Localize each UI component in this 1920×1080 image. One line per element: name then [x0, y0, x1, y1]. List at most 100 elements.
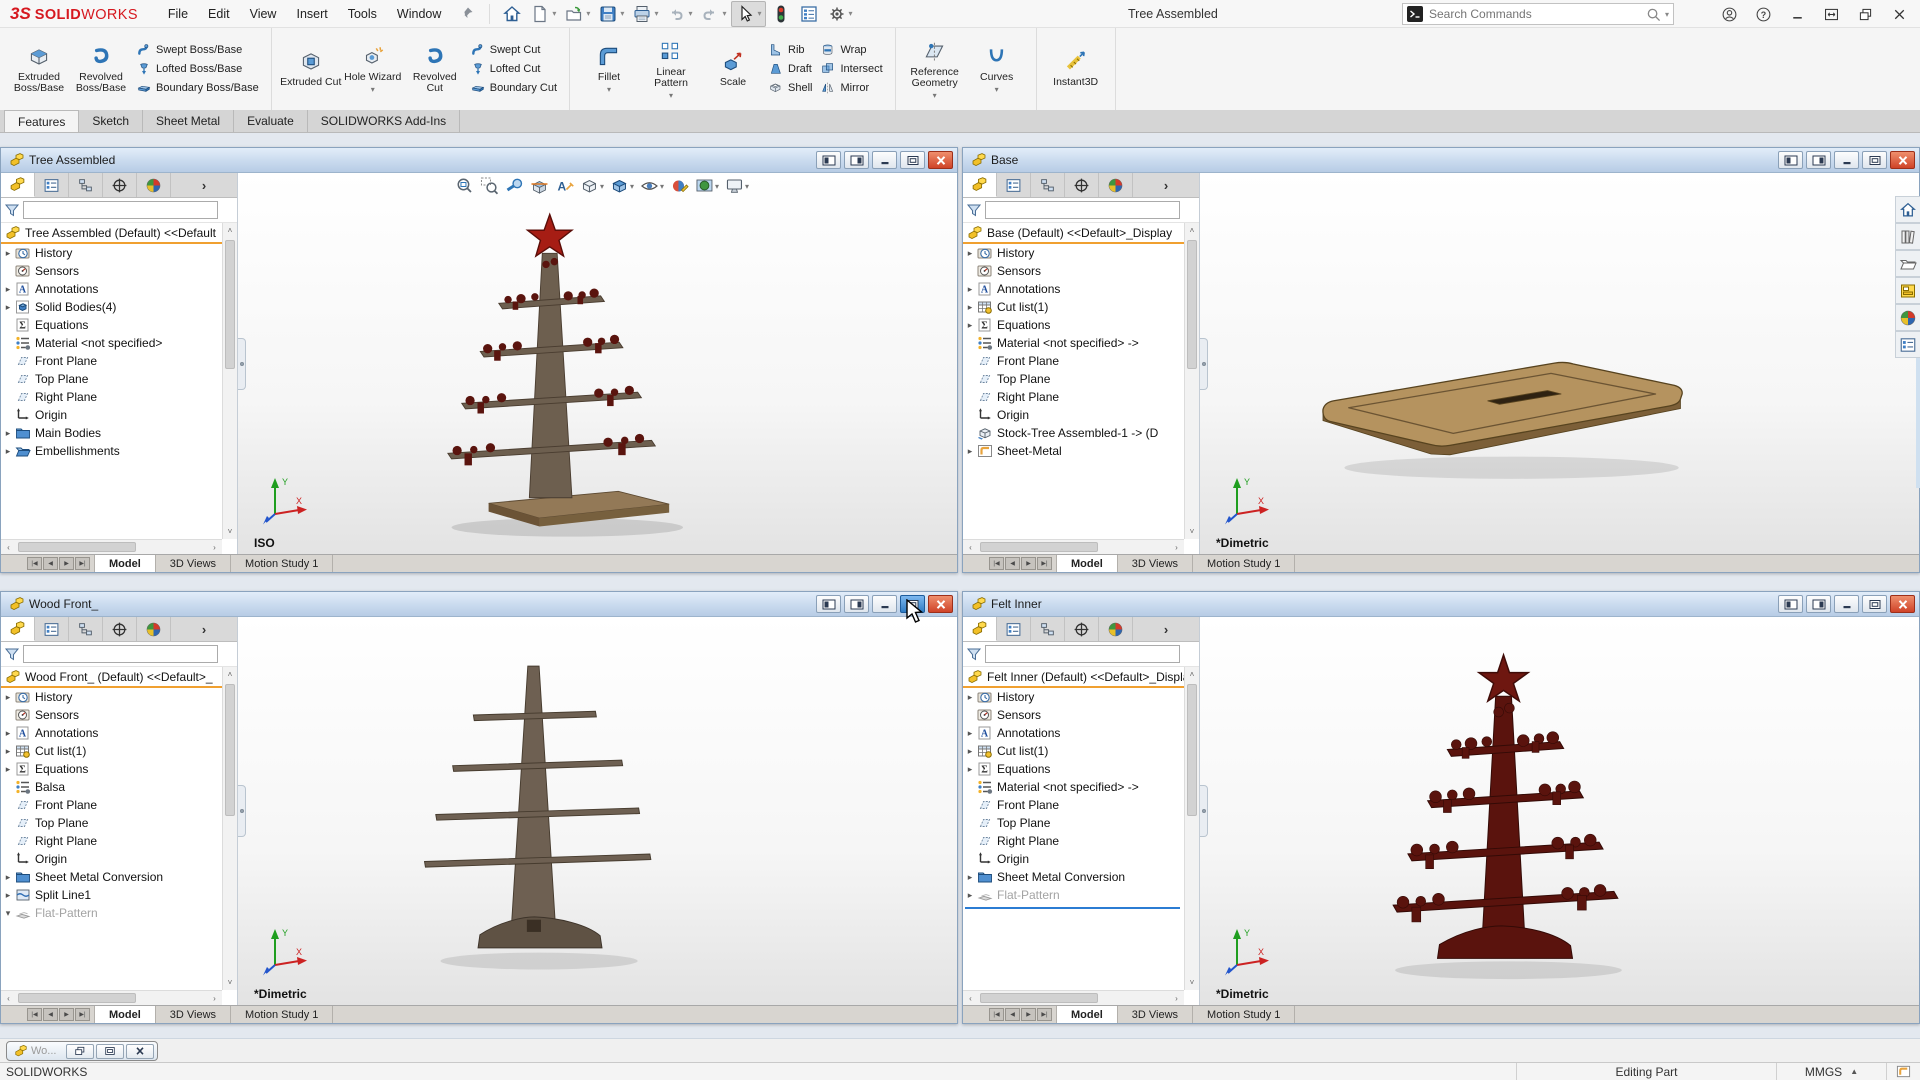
- graphics-viewport[interactable]: YX*Dimetric: [246, 617, 957, 1005]
- scroll-track[interactable]: [223, 682, 237, 975]
- tab-displaymanager[interactable]: [137, 617, 171, 641]
- scroll-track[interactable]: [978, 540, 1169, 554]
- tree-item-material-not-specified[interactable]: Material <not specified>: [1, 334, 222, 352]
- filter-input[interactable]: [985, 201, 1180, 219]
- graphics-viewport[interactable]: YX*Dimetric: [1208, 173, 1919, 554]
- tree-item-flat-pattern[interactable]: ▾Flat-Pattern: [1, 904, 222, 922]
- scroll-thumb[interactable]: [18, 993, 136, 1003]
- scroll-thumb[interactable]: [225, 684, 235, 816]
- scroll-track[interactable]: [978, 991, 1169, 1005]
- menu-window[interactable]: Window: [387, 0, 451, 27]
- section-view-button[interactable]: [528, 175, 550, 197]
- fm-vertical-scrollbar[interactable]: ˄˅: [222, 223, 237, 539]
- tree-item-main-bodies[interactable]: ▸Main Bodies: [1, 424, 222, 442]
- task-pane-tab-custom-properties[interactable]: [1895, 331, 1920, 358]
- expand-panes-button[interactable]: [1814, 1, 1848, 27]
- tab-nav-first[interactable]: |◀: [27, 1008, 42, 1021]
- split-left-button[interactable]: [1778, 151, 1803, 169]
- fillet-button[interactable]: Fillet▾: [578, 42, 640, 96]
- maximize-button[interactable]: [96, 1044, 124, 1059]
- expand-arrow[interactable]: ▸: [1, 890, 15, 901]
- scroll-right-arrow[interactable]: ›: [207, 540, 222, 554]
- minimize-button[interactable]: [1834, 151, 1859, 169]
- scroll-track[interactable]: [16, 991, 207, 1005]
- boundary-cut-button[interactable]: Boundary Cut: [470, 79, 557, 98]
- fm-horizontal-scrollbar[interactable]: ‹›: [1, 990, 222, 1005]
- revolved-cut-button[interactable]: Revolved Cut: [404, 42, 466, 97]
- scroll-thumb[interactable]: [1187, 684, 1197, 816]
- expand-arrow[interactable]: ▸: [1, 446, 15, 457]
- tab-3d-views[interactable]: 3D Views: [156, 1006, 231, 1023]
- menu-file[interactable]: File: [158, 0, 198, 27]
- tree-item-equations[interactable]: Equations: [1, 316, 222, 334]
- scroll-thumb[interactable]: [980, 542, 1098, 552]
- tab-nav-last[interactable]: ▶|: [1037, 1008, 1052, 1021]
- tab-propertymanager[interactable]: [35, 617, 69, 641]
- tab-featuremanager[interactable]: [1, 617, 35, 641]
- filter-input[interactable]: [985, 645, 1180, 663]
- home-button[interactable]: [499, 2, 525, 26]
- scroll-down-arrow[interactable]: ˅: [1185, 524, 1199, 539]
- menu-tools[interactable]: Tools: [338, 0, 387, 27]
- tree-item-origin[interactable]: Origin: [1, 406, 222, 424]
- expand-arrow[interactable]: ▾: [1, 908, 15, 919]
- expand-arrow[interactable]: ▸: [963, 248, 977, 259]
- tab-3d-views[interactable]: 3D Views: [156, 555, 231, 572]
- menu-edit[interactable]: Edit: [198, 0, 240, 27]
- tree-item-embellishments[interactable]: ▸Embellishments: [1, 442, 222, 460]
- tab-overflow-arrow[interactable]: ›: [171, 173, 237, 197]
- tree-item-front-plane[interactable]: Front Plane: [963, 796, 1184, 814]
- scroll-track[interactable]: [223, 238, 237, 524]
- tree-item-annotations[interactable]: ▸Annotations: [1, 280, 222, 298]
- search-icon[interactable]: [1646, 7, 1661, 22]
- fm-vertical-scrollbar[interactable]: ˄˅: [1184, 667, 1199, 990]
- tree-item-origin[interactable]: Origin: [1, 850, 222, 868]
- curves-button[interactable]: Curves▾: [966, 42, 1028, 96]
- undo-button[interactable]: ▾: [663, 2, 695, 26]
- instant3d-button[interactable]: Instant3D: [1045, 47, 1107, 91]
- scroll-right-arrow[interactable]: ›: [207, 991, 222, 1005]
- scroll-thumb[interactable]: [18, 542, 136, 552]
- scroll-left-arrow[interactable]: ‹: [963, 991, 978, 1005]
- scroll-thumb[interactable]: [1187, 240, 1197, 369]
- reference-geometry-button[interactable]: Reference Geometry▾: [904, 37, 966, 102]
- tab-motion-study-1[interactable]: Motion Study 1: [1193, 1006, 1295, 1023]
- tab-nav-previous[interactable]: ◀: [1005, 557, 1020, 570]
- window-titlebar[interactable]: Felt Inner: [963, 592, 1919, 617]
- splitter-handle[interactable]: [238, 785, 246, 837]
- scroll-right-arrow[interactable]: ›: [1169, 991, 1184, 1005]
- display-settings-button[interactable]: [796, 2, 822, 26]
- split-right-button[interactable]: [844, 151, 869, 169]
- expand-arrow[interactable]: ▸: [1, 302, 15, 313]
- expand-arrow[interactable]: ▸: [1, 692, 15, 703]
- tree-root-item[interactable]: Base (Default) <<Default>_Display: [963, 224, 1184, 244]
- tree-item-sheet-metal-conversion[interactable]: ▸Sheet Metal Conversion: [1, 868, 222, 886]
- window-titlebar[interactable]: Wood Front_: [1, 592, 957, 617]
- fm-horizontal-scrollbar[interactable]: ‹›: [963, 539, 1184, 554]
- menu-insert[interactable]: Insert: [286, 0, 337, 27]
- tree-item-top-plane[interactable]: Top Plane: [963, 814, 1184, 832]
- tab-motion-study-1[interactable]: Motion Study 1: [231, 555, 333, 572]
- task-pane-tab-appearances[interactable]: [1895, 304, 1920, 331]
- scroll-track[interactable]: [1185, 682, 1199, 975]
- scroll-track[interactable]: [1185, 238, 1199, 524]
- scroll-down-arrow[interactable]: ˅: [1185, 975, 1199, 990]
- expand-arrow[interactable]: ▸: [963, 890, 977, 901]
- tree-item-right-plane[interactable]: Right Plane: [963, 832, 1184, 850]
- dropdown-arrow-icon[interactable]: ▾: [745, 182, 749, 191]
- tree-item-equations[interactable]: ▸Equations: [963, 760, 1184, 778]
- tab-motion-study-1[interactable]: Motion Study 1: [1193, 555, 1295, 572]
- tree-item-stock-tree-assembled-1-d[interactable]: Stock-Tree Assembled-1 -> (D: [963, 424, 1184, 442]
- tree-root-item[interactable]: Tree Assembled (Default) <<Default: [1, 224, 222, 244]
- expand-arrow[interactable]: ▸: [963, 692, 977, 703]
- scroll-right-arrow[interactable]: ›: [1169, 540, 1184, 554]
- tab-model[interactable]: Model: [94, 555, 156, 572]
- tree-item-sensors[interactable]: Sensors: [1, 262, 222, 280]
- tab-nav-next[interactable]: ▶: [1021, 557, 1036, 570]
- tree-item-sheet-metal-conversion[interactable]: ▸Sheet Metal Conversion: [963, 868, 1184, 886]
- fm-vertical-scrollbar[interactable]: ˄˅: [222, 667, 237, 990]
- split-left-button[interactable]: [816, 151, 841, 169]
- tab-configurationmanager[interactable]: [1031, 173, 1065, 197]
- split-right-button[interactable]: [1806, 595, 1831, 613]
- tree-item-top-plane[interactable]: Top Plane: [963, 370, 1184, 388]
